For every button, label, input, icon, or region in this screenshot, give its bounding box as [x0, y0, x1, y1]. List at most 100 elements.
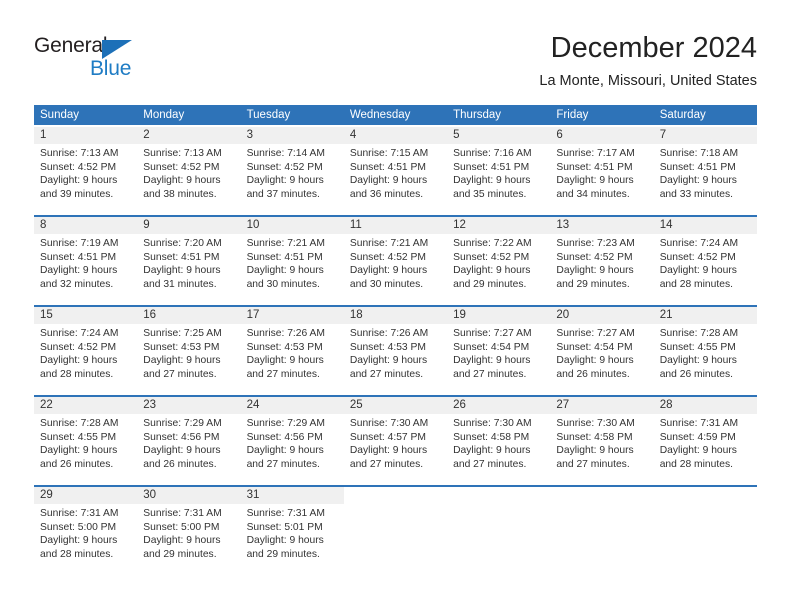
calendar-day-cell[interactable]: 28 Sunrise: 7:31 AM Sunset: 4:59 PM Dayligh…: [653, 397, 757, 482]
calendar-day-cell[interactable]: 13 Sunrise: 7:23 AM Sunset: 4:52 PM Dayligh…: [550, 217, 654, 302]
calendar-day-cell[interactable]: 8 Sunrise: 7:19 AM Sunset: 4:51 PM Daylight…: [34, 217, 138, 302]
calendar-day-cell[interactable]: 20 Sunrise: 7:27 AM Sunset: 4:54 PM Dayligh…: [550, 307, 654, 392]
daylight-duration-line2: and 29 minutes.: [556, 278, 630, 290]
sunrise-time: Sunrise: 7:28 AM: [659, 328, 739, 339]
calendar-day-cell[interactable]: 1 Sunrise: 7:13 AM Sunset: 4:52 PM Daylight…: [34, 127, 138, 212]
calendar-day-cell[interactable]: 29 Sunrise: 7:31 AM Sunset: 5:00 PM Dayligh…: [34, 487, 138, 572]
day-number: 27: [556, 399, 570, 411]
day-number: 11: [349, 219, 362, 231]
general-blue-logo: General Blue: [34, 34, 154, 84]
calendar-page: General Blue December 2024 La Monte, Mis…: [0, 0, 792, 612]
calendar-day-cell[interactable]: 5 Sunrise: 7:16 AM Sunset: 4:51 PM Daylight…: [447, 127, 551, 212]
sunrise-time: Sunrise: 7:27 AM: [556, 328, 635, 339]
sunrise-time: Sunrise: 7:26 AM: [246, 328, 325, 339]
sunrise-time: Sunrise: 7:14 AM: [246, 148, 325, 159]
calendar-day-cell[interactable]: 12 Sunrise: 7:22 AM Sunset: 4:52 PM Dayligh…: [447, 217, 551, 302]
sunset-time: Sunset: 4:58 PM: [453, 431, 530, 443]
calendar-day-cell[interactable]: 23 Sunrise: 7:29 AM Sunset: 4:56 PM Dayligh…: [137, 397, 241, 482]
day-number-band: 26: [447, 397, 551, 414]
calendar-day-cell[interactable]: 25 Sunrise: 7:30 AM Sunset: 4:57 PM Dayligh…: [343, 397, 448, 482]
daylight-duration-line2: and 26 minutes.: [143, 458, 217, 470]
calendar-week-row: 15 Sunrise: 7:24 AM Sunset: 4:52 PM Dayligh…: [34, 305, 757, 392]
daylight-duration-line2: and 34 minutes.: [556, 188, 630, 200]
calendar-day-cell[interactable]: 19 Sunrise: 7:27 AM Sunset: 4:54 PM Dayligh…: [447, 307, 551, 392]
calendar-day-cell[interactable]: 10 Sunrise: 7:21 AM Sunset: 4:51 PM Dayligh…: [240, 217, 344, 302]
sunrise-time: Sunrise: 7:17 AM: [556, 148, 635, 159]
weekday-header-friday: Friday: [556, 109, 589, 121]
sunrise-time: Sunrise: 7:21 AM: [246, 238, 325, 249]
calendar-day-cell[interactable]: 7 Sunrise: 7:18 AM Sunset: 4:51 PM Daylight…: [653, 127, 757, 212]
calendar-day-cell[interactable]: 22 Sunrise: 7:28 AM Sunset: 4:55 PM Dayligh…: [34, 397, 138, 482]
daylight-duration-line1: Daylight: 9 hours: [349, 265, 428, 277]
day-sun-info: Sunrise: 7:13 AM Sunset: 4:52 PM Daylight:…: [137, 144, 240, 201]
calendar-day-cell[interactable]: 24 Sunrise: 7:29 AM Sunset: 4:56 PM Dayligh…: [240, 397, 344, 482]
calendar-day-cell[interactable]: 18 Sunrise: 7:26 AM Sunset: 4:53 PM Dayligh…: [343, 307, 448, 392]
day-number: 31: [246, 489, 260, 501]
day-sun-info: Sunrise: 7:29 AM Sunset: 4:56 PM Daylight:…: [137, 414, 240, 471]
day-number-band: 9: [137, 217, 241, 234]
day-sun-info: Sunrise: 7:24 AM Sunset: 4:52 PM Daylight:…: [34, 324, 137, 381]
calendar-day-cell[interactable]: 9 Sunrise: 7:20 AM Sunset: 4:51 PM Daylight…: [137, 217, 241, 302]
calendar-day-cell[interactable]: 26 Sunrise: 7:30 AM Sunset: 4:58 PM Dayligh…: [447, 397, 551, 482]
day-number-band: 22: [34, 397, 138, 414]
day-number: 9: [143, 219, 150, 231]
day-number: 18: [349, 309, 363, 321]
daylight-duration-line2: and 26 minutes.: [556, 368, 630, 380]
day-sun-info: Sunrise: 7:28 AM Sunset: 4:55 PM Daylight:…: [34, 414, 137, 471]
calendar-day-cell[interactable]: 17 Sunrise: 7:26 AM Sunset: 4:53 PM Dayligh…: [240, 307, 344, 392]
daylight-duration-line2: and 27 minutes.: [246, 458, 320, 470]
day-number-band: 7: [653, 127, 757, 144]
day-number: 30: [143, 489, 157, 501]
day-sun-info: Sunrise: 7:13 AM Sunset: 4:52 PM Daylight:…: [34, 144, 137, 201]
day-number-band: 13: [550, 217, 654, 234]
calendar-day-cell[interactable]: 30 Sunrise: 7:31 AM Sunset: 5:00 PM Dayligh…: [137, 487, 241, 572]
day-sun-info: Sunrise: 7:29 AM Sunset: 4:56 PM Daylight:…: [241, 414, 344, 471]
calendar-day-cell[interactable]: 4 Sunrise: 7:15 AM Sunset: 4:51 PM Daylight…: [343, 127, 448, 212]
page-subtitle: La Monte, Missouri, United States: [539, 73, 757, 89]
calendar-day-cell[interactable]: 31 Sunrise: 7:31 AM Sunset: 5:01 PM Dayligh…: [240, 487, 344, 572]
calendar-day-cell[interactable]: 14 Sunrise: 7:24 AM Sunset: 4:52 PM Dayligh…: [653, 217, 757, 302]
daylight-duration-line1: Daylight: 9 hours: [40, 175, 118, 187]
sunrise-time: Sunrise: 7:31 AM: [143, 508, 222, 519]
daylight-duration-line1: Daylight: 9 hours: [453, 445, 531, 457]
calendar-day-cell[interactable]: 6 Sunrise: 7:17 AM Sunset: 4:51 PM Daylight…: [550, 127, 654, 212]
day-sun-info: Sunrise: 7:15 AM Sunset: 4:51 PM Daylight:…: [344, 144, 447, 201]
daylight-duration-line2: and 31 minutes.: [143, 278, 217, 290]
calendar-day-cell[interactable]: 2 Sunrise: 7:13 AM Sunset: 4:52 PM Daylight…: [137, 127, 241, 212]
calendar-day-cell[interactable]: 27 Sunrise: 7:30 AM Sunset: 4:58 PM Dayligh…: [550, 397, 654, 482]
daylight-duration-line1: Daylight: 9 hours: [246, 355, 324, 367]
daylight-duration-line1: Daylight: 9 hours: [453, 175, 531, 187]
day-number-band: 30: [137, 487, 241, 504]
sunset-time: Sunset: 4:51 PM: [246, 251, 323, 263]
day-sun-info: Sunrise: 7:14 AM Sunset: 4:52 PM Daylight:…: [241, 144, 344, 201]
day-number-band: 2: [137, 127, 241, 144]
calendar-day-cell[interactable]: 15 Sunrise: 7:24 AM Sunset: 4:52 PM Dayligh…: [34, 307, 138, 392]
daylight-duration-line2: and 28 minutes.: [40, 368, 114, 380]
sunset-time: Sunset: 5:01 PM: [246, 521, 323, 533]
day-number: 14: [659, 219, 673, 231]
daylight-duration-line2: and 27 minutes.: [453, 458, 527, 470]
daylight-duration-line2: and 27 minutes.: [453, 368, 527, 380]
day-number-band: 29: [34, 487, 138, 504]
calendar-day-cell[interactable]: 16 Sunrise: 7:25 AM Sunset: 4:53 PM Dayligh…: [137, 307, 241, 392]
calendar-day-cell[interactable]: 21 Sunrise: 7:28 AM Sunset: 4:55 PM Dayligh…: [653, 307, 757, 392]
day-sun-info: Sunrise: 7:17 AM Sunset: 4:51 PM Daylight:…: [550, 144, 653, 201]
daylight-duration-line2: and 28 minutes.: [659, 458, 733, 470]
sunset-time: Sunset: 4:52 PM: [453, 251, 530, 263]
day-sun-info: Sunrise: 7:22 AM Sunset: 4:52 PM Daylight:…: [447, 234, 550, 291]
daylight-duration-line2: and 29 minutes.: [453, 278, 527, 290]
calendar-day-cell[interactable]: 11 Sunrise: 7:21 AM Sunset: 4:52 PM Dayligh…: [343, 217, 448, 302]
calendar-day-cell[interactable]: 3 Sunrise: 7:14 AM Sunset: 4:52 PM Daylight…: [240, 127, 344, 212]
sunrise-time: Sunrise: 7:24 AM: [40, 328, 119, 339]
daylight-duration-line1: Daylight: 9 hours: [556, 355, 634, 367]
day-number-band: [550, 487, 653, 504]
day-number: 7: [659, 129, 667, 141]
day-number: 15: [40, 309, 53, 321]
daylight-duration-line2: and 27 minutes.: [349, 458, 424, 470]
day-number: 21: [659, 309, 673, 321]
sunset-time: Sunset: 5:00 PM: [143, 521, 220, 533]
day-sun-info: Sunrise: 7:18 AM Sunset: 4:51 PM Daylight:…: [654, 144, 757, 201]
sunset-time: Sunset: 4:56 PM: [143, 431, 220, 443]
logo-text-general: General: [34, 34, 108, 57]
day-number: 16: [143, 309, 157, 321]
